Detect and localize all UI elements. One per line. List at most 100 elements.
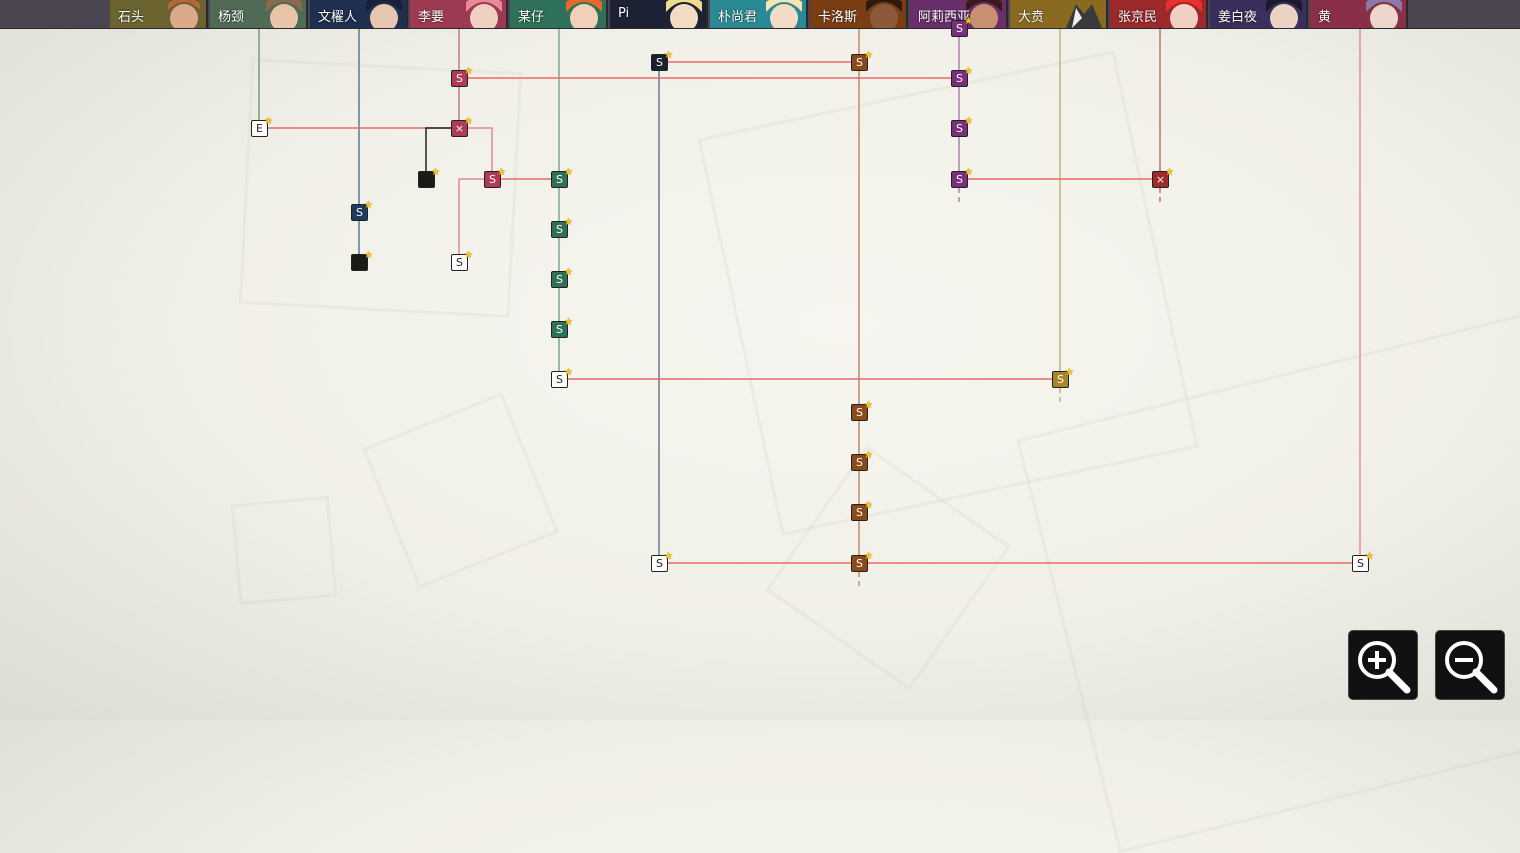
locked-node[interactable]: × ★	[451, 116, 473, 137]
story-node[interactable]: S ★	[951, 167, 973, 188]
locked-node[interactable]: × ★	[1152, 167, 1174, 188]
character-portrait	[1366, 0, 1402, 28]
star-icon: ★	[364, 200, 373, 211]
character-name: 李要	[418, 10, 445, 25]
node-glyph: S	[556, 273, 563, 286]
character-tab[interactable]: 黄	[1310, 0, 1408, 28]
story-node[interactable]: S ★	[651, 551, 673, 572]
story-node[interactable]: S ★	[951, 16, 973, 37]
story-node[interactable]: S ★	[551, 267, 573, 288]
character-name: 张京民	[1118, 10, 1158, 25]
story-node[interactable]: S ★	[551, 317, 573, 338]
character-bar: 石头 杨颈 文櫂人 李要 某仔 Pi 朴尚君 卡洛斯 阿莉西亚 大贲 张京民 姜…	[0, 0, 1520, 29]
character-portrait	[466, 0, 502, 28]
star-icon: ★	[1365, 551, 1374, 562]
hidden-node[interactable]: ★	[351, 250, 373, 271]
character-name: 某仔	[518, 10, 545, 25]
zoom-out-button[interactable]	[1435, 630, 1505, 700]
node-glyph: S	[956, 122, 963, 135]
ending-node[interactable]: E ★	[251, 116, 273, 137]
character-name: 大贲	[1018, 10, 1045, 25]
character-portrait	[766, 0, 802, 28]
character-tab[interactable]: 杨颈	[210, 0, 308, 28]
node-glyph: S	[956, 22, 963, 35]
star-icon: ★	[864, 50, 873, 61]
story-node[interactable]: S ★	[451, 66, 473, 87]
character-name: 石头	[118, 10, 145, 25]
star-icon: ★	[864, 400, 873, 411]
story-node[interactable]: S ★	[551, 217, 573, 238]
star-icon: ★	[564, 267, 573, 278]
character-tab[interactable]: 李要	[410, 0, 508, 28]
character-portrait	[266, 0, 302, 28]
character-tab[interactable]: 文櫂人	[310, 0, 408, 28]
star-icon: ★	[964, 167, 973, 178]
story-node[interactable]: S ★	[851, 450, 873, 471]
node-glyph: ×	[454, 122, 465, 135]
story-node[interactable]: S ★	[951, 116, 973, 137]
star-icon: ★	[964, 116, 973, 127]
character-tab[interactable]: 大贲	[1010, 0, 1108, 28]
zoom-in-button[interactable]	[1348, 630, 1418, 700]
star-icon: ★	[564, 317, 573, 328]
zoom-out-icon	[1445, 641, 1498, 694]
star-icon: ★	[664, 551, 673, 562]
character-name: Pi	[618, 6, 630, 21]
zoom-in-icon	[1358, 641, 1411, 694]
character-tab[interactable]: 石头	[110, 0, 208, 28]
character-tab[interactable]: 姜白夜	[1210, 0, 1308, 28]
star-icon: ★	[1065, 367, 1074, 378]
node-glyph: S	[1357, 557, 1364, 570]
story-node[interactable]: S ★	[951, 66, 973, 87]
story-node[interactable]: S ★	[851, 50, 873, 71]
node-glyph: S	[856, 56, 863, 69]
character-portrait	[566, 0, 602, 28]
story-node[interactable]: S ★	[851, 500, 873, 521]
star-icon: ★	[564, 367, 573, 378]
story-node[interactable]: S ★	[484, 167, 506, 188]
node-glyph: S	[456, 72, 463, 85]
character-name: 卡洛斯	[818, 10, 858, 25]
star-icon: ★	[497, 167, 506, 178]
star-icon: ★	[464, 116, 473, 127]
character-portrait	[168, 0, 200, 28]
node-glyph: S	[856, 406, 863, 419]
story-node[interactable]: S ★	[1052, 367, 1074, 388]
node-glyph: S	[956, 72, 963, 85]
node-glyph: S	[856, 557, 863, 570]
character-tab[interactable]: 卡洛斯	[810, 0, 908, 28]
node-glyph: S	[556, 223, 563, 236]
character-portrait	[1166, 0, 1202, 28]
character-tab[interactable]: 张京民	[1110, 0, 1208, 28]
story-node[interactable]: S ★	[1352, 551, 1374, 572]
character-name: 姜白夜	[1218, 10, 1258, 25]
story-node[interactable]: S ★	[851, 400, 873, 421]
node-glyph: S	[656, 56, 663, 69]
hidden-node[interactable]: ★	[418, 167, 440, 188]
star-icon: ★	[864, 551, 873, 562]
character-tab[interactable]: Pi	[610, 0, 708, 28]
story-node[interactable]: S ★	[551, 167, 573, 188]
story-node[interactable]: S ★	[851, 551, 873, 572]
star-icon: ★	[464, 66, 473, 77]
star-icon: ★	[664, 50, 673, 61]
character-name: 朴尚君	[718, 10, 758, 25]
star-icon: ★	[964, 16, 973, 27]
node-glyph: S	[356, 206, 363, 219]
node-glyph: S	[856, 456, 863, 469]
story-node[interactable]: S ★	[551, 367, 573, 388]
star-icon: ★	[1165, 167, 1174, 178]
story-node[interactable]: S ★	[351, 200, 373, 221]
node-glyph: S	[456, 256, 463, 269]
relationship-lines	[258, 28, 1361, 590]
node-glyph: S	[556, 173, 563, 186]
story-node[interactable]: S ★	[651, 50, 673, 71]
node-glyph: S	[1057, 373, 1064, 386]
character-tab[interactable]: 某仔	[510, 0, 608, 28]
story-node[interactable]: S ★	[451, 250, 473, 271]
node-glyph: S	[956, 173, 963, 186]
character-portrait	[866, 0, 902, 28]
character-name: 黄	[1318, 10, 1332, 25]
character-tab[interactable]: 朴尚君	[710, 0, 808, 28]
node-glyph: S	[556, 373, 563, 386]
